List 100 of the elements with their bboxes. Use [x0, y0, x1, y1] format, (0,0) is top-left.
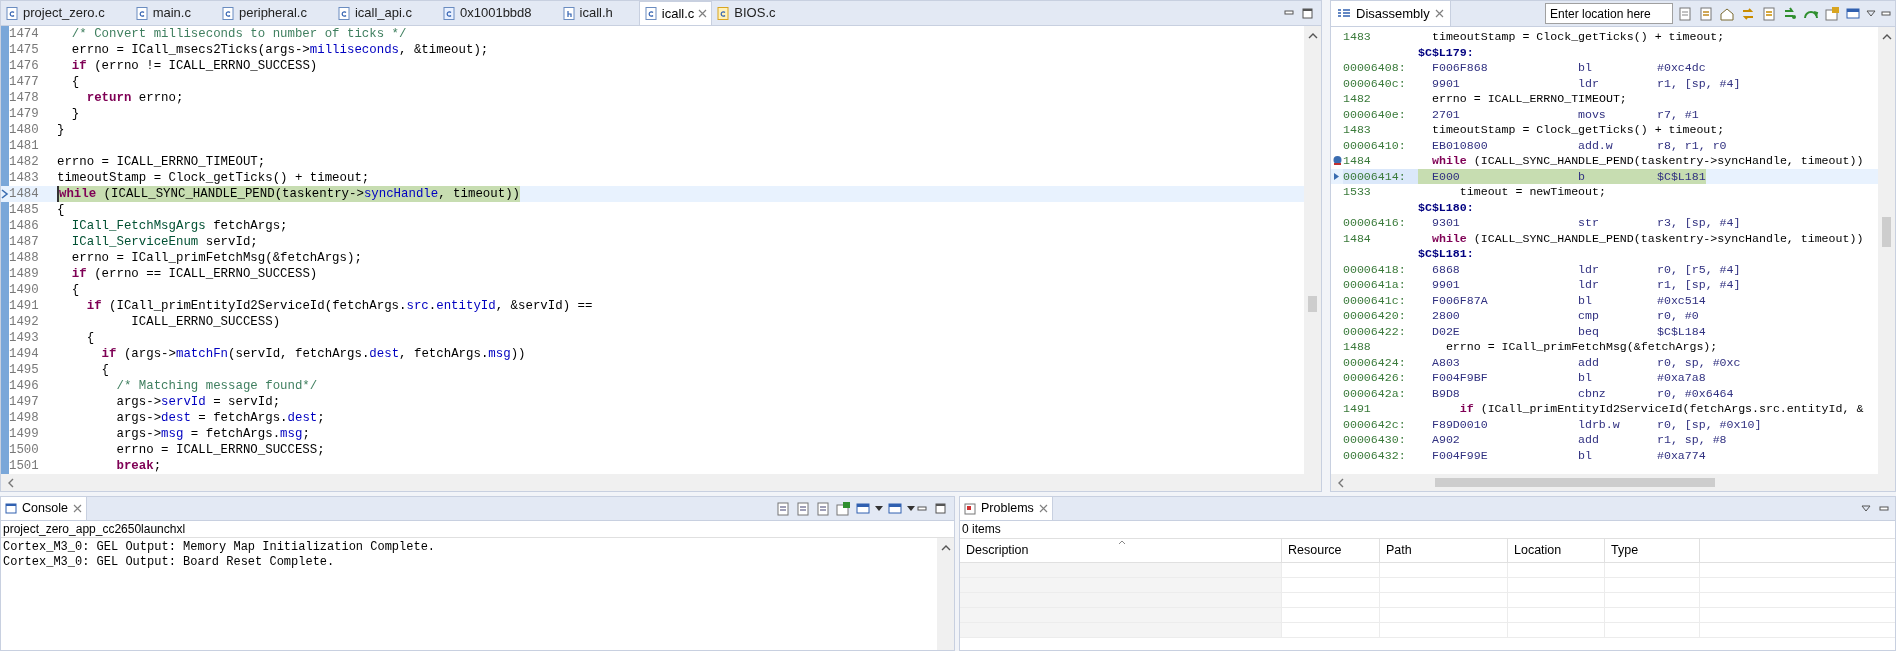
session-label: project_zero_app_cc2650launchxl — [1, 521, 954, 538]
line-number: 1488 — [1342, 339, 1372, 355]
code-text: } — [70, 106, 80, 122]
source-text: timeout = newTimeout; — [1458, 184, 1606, 200]
operands: r0, #0 — [1657, 308, 1699, 324]
opcode: D02E — [1431, 323, 1461, 339]
opcode: F006F87A — [1431, 292, 1489, 308]
address: 00006418: — [1343, 261, 1407, 277]
code-text: errno = ICALL_ERRNO_SUCCESS; — [115, 442, 325, 458]
code-text: { — [85, 330, 95, 346]
line-number: 1493 — [8, 330, 40, 346]
line-number: 1482 — [8, 154, 40, 170]
code-text: timeoutStamp = Clock_getTicks() + timeout; — [57, 170, 370, 186]
source-text: while (ICALL_SYNC_HANDLE_PEND(taskentry->syncHandle, timeout)) — [1432, 230, 1864, 246]
editor-tab[interactable]: 0x1001bbd8 — [438, 1, 558, 25]
console-line: Cortex_M3_0: GEL Output: Memory Map Initialization Complete. — [3, 540, 437, 555]
address: 00006426: — [1343, 370, 1407, 386]
mnemonic: ldr — [1578, 277, 1600, 293]
line-number: 1482 — [1342, 91, 1372, 107]
code-text: /* Matching message found*/ — [115, 378, 318, 394]
address: 0000642c: — [1343, 416, 1407, 432]
mnemonic: ldr — [1578, 261, 1600, 277]
code-text: if (args->matchFn(servId, fetchArgs.dest, fetchArgs.msg)) — [100, 346, 526, 362]
code-text: /* Convert milliseconds to number of ticks */ — [70, 26, 407, 42]
code-text: ICall_FetchMsgArgs fetchArgs; — [70, 218, 288, 234]
address: 0000641c: — [1343, 292, 1407, 308]
address: 00006420: — [1343, 308, 1407, 324]
editor-tab[interactable]: icall.c — [638, 1, 713, 25]
problems-tab[interactable]: Problems — [960, 497, 1053, 520]
location-field[interactable]: Enter location here — [1545, 3, 1673, 24]
items-count: 0 items — [961, 521, 1002, 538]
code-text: { — [100, 362, 110, 378]
opcode: 2800 — [1431, 308, 1461, 324]
address: 00006424: — [1343, 354, 1407, 370]
operands: #0xa774 — [1657, 447, 1706, 463]
address: 00006410: — [1343, 137, 1407, 153]
editor-tab[interactable]: icall.h — [557, 1, 639, 25]
line-number: 1483 — [1342, 122, 1372, 138]
editor-tab[interactable]: main.c — [130, 1, 217, 25]
source-text: if (ICall_primEntityId2ServiceId(fetchArgs.src.entityId, & — [1458, 401, 1864, 417]
line-number: 1499 — [8, 426, 40, 442]
address: 00006414: — [1343, 168, 1418, 184]
editor-tab[interactable]: icall_api.c — [332, 1, 438, 25]
source-text: timeoutStamp = Clock_getTicks() + timeout; — [1432, 122, 1725, 138]
operands: r0, [r5, #4] — [1657, 261, 1741, 277]
line-number: 1485 — [8, 202, 40, 218]
code-text: ICALL_ERRNO_SUCCESS) — [130, 314, 281, 330]
code-text: errno = ICall_primFetchMsg(&fetchArgs); — [70, 250, 362, 266]
code-text: args->servId = servId; — [115, 394, 281, 410]
opcode: 9901 — [1431, 75, 1461, 91]
column-header[interactable]: Location — [1508, 539, 1605, 562]
address: 00006422: — [1343, 323, 1407, 339]
line-number: 1474 — [8, 26, 40, 42]
operands: r8, r1, r0 — [1657, 137, 1727, 153]
column-header[interactable]: Type — [1605, 539, 1700, 562]
opcode: A902 — [1431, 432, 1461, 448]
code-text: while (ICALL_SYNC_HANDLE_PEND(taskentry->syncHandle, timeout)) — [57, 186, 521, 202]
line-number: 1484 — [1331, 153, 1432, 169]
operands: r7, #1 — [1657, 106, 1699, 122]
operands: #0xc4dc — [1657, 60, 1706, 76]
mnemonic: cbnz — [1578, 385, 1607, 401]
operands: r0, sp, #0xc — [1657, 354, 1741, 370]
editor-tab[interactable]: peripheral.c — [216, 1, 333, 25]
column-header[interactable]: Path — [1380, 539, 1508, 562]
mnemonic: movs — [1578, 106, 1607, 122]
operands: r0, #0x6464 — [1657, 385, 1734, 401]
console-tab[interactable]: Console — [1, 497, 87, 520]
opcode: A803 — [1431, 354, 1461, 370]
operands: r0, [sp, #0x10] — [1657, 416, 1762, 432]
code-text: args->dest = fetchArgs.dest; — [115, 410, 325, 426]
disassembly-tab[interactable]: Disassembly — [1331, 1, 1451, 26]
opcode: 2701 — [1431, 106, 1461, 122]
address: 0000640e: — [1343, 106, 1407, 122]
code-text: errno = ICALL_ERRNO_TIMEOUT; — [57, 154, 266, 170]
line-number: 1484 — [1342, 230, 1372, 246]
line-number: 1483 — [8, 170, 40, 186]
source-text: errno = ICALL_ERRNO_TIMEOUT; — [1432, 91, 1627, 107]
address: 0000640c: — [1343, 75, 1407, 91]
line-number: 1481 — [8, 138, 40, 154]
line-number: 1490 — [8, 282, 40, 298]
column-header[interactable]: Description — [960, 539, 1282, 562]
line-number: 1498 — [8, 410, 40, 426]
line-number: 1495 — [8, 362, 40, 378]
operands: #0xa7a8 — [1657, 370, 1706, 386]
editor-tab[interactable]: project_zero.c — [1, 1, 131, 25]
address: 00006430: — [1343, 432, 1407, 448]
column-header[interactable]: Resource — [1282, 539, 1380, 562]
line-number: 1533 — [1342, 184, 1372, 200]
line-number: 1476 — [8, 58, 40, 74]
line-number: 1488 — [8, 250, 40, 266]
mnemonic: add — [1578, 354, 1600, 370]
opcode: F89D0010 — [1431, 416, 1489, 432]
opcode: F004F9BF — [1431, 370, 1489, 386]
opcode: F004F99E — [1431, 447, 1489, 463]
code-text: { — [70, 282, 80, 298]
source-text: errno = ICall_primFetchMsg(&fetchArgs); — [1444, 339, 1718, 355]
operands: $C$L184 — [1657, 323, 1706, 339]
line-number: 1501 — [8, 458, 40, 474]
operands: r3, [sp, #4] — [1657, 215, 1741, 231]
editor-tab[interactable]: BIOS.c — [712, 1, 802, 25]
